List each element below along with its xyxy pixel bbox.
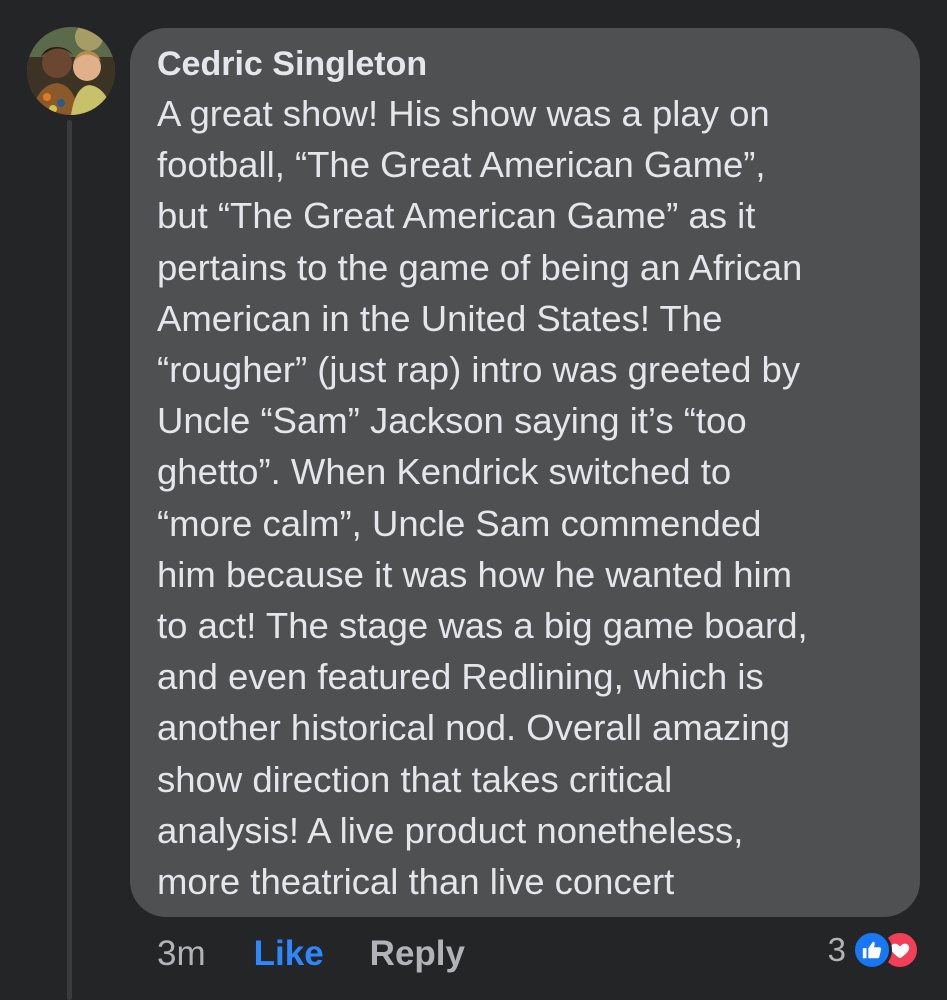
comment-line: American in the United States! The bbox=[157, 297, 723, 339]
like-button[interactable]: Like bbox=[254, 934, 324, 974]
reactions-summary[interactable]: 3 bbox=[828, 928, 920, 972]
comment-author[interactable]: Cedric Singleton bbox=[157, 44, 900, 84]
thread-line bbox=[67, 120, 72, 1000]
comment-line: another historical nod. Overall amazing bbox=[157, 707, 790, 749]
comment-line: “more calm”, Uncle Sam commended bbox=[157, 502, 762, 544]
comment-thread: Cedric Singleton A great show! His show … bbox=[0, 0, 947, 1000]
comment-line: Uncle “Sam” Jackson saying it’s “too bbox=[157, 400, 747, 442]
comment-line: to act! The stage was a big game board, bbox=[157, 605, 808, 647]
comment-line: A great show! His show was a play on bbox=[157, 93, 770, 134]
comment-line: show direction that takes critical bbox=[157, 758, 673, 800]
comment-line: football, “The Great American Game”, bbox=[157, 144, 766, 186]
comment-bubble: Cedric Singleton A great show! His show … bbox=[130, 28, 920, 917]
comment-line: but “The Great American Game” as it bbox=[157, 195, 756, 237]
reaction-count: 3 bbox=[827, 931, 846, 968]
reply-button[interactable]: Reply bbox=[370, 934, 465, 974]
comment-line: and even featured Redlining, which is bbox=[157, 656, 764, 698]
comment-line: “rougher” (just rap) intro was greeted b… bbox=[157, 349, 801, 391]
comment-actions: 3m Like Reply bbox=[157, 930, 465, 978]
avatar[interactable] bbox=[27, 27, 115, 115]
avatar-photo bbox=[27, 27, 115, 115]
comment-line: pertains to the game of being an African bbox=[157, 246, 803, 288]
comment-line: more theatrical than live concert bbox=[157, 861, 675, 903]
comment-line: ghetto”. When Kendrick switched to bbox=[157, 451, 732, 493]
comment-text: A great show! His show was a play on foo… bbox=[157, 88, 900, 907]
comment-timestamp[interactable]: 3m bbox=[157, 934, 206, 974]
like-icon bbox=[852, 930, 892, 970]
comment-line: him because it was how he wanted him bbox=[157, 553, 793, 595]
comment-line: analysis! A live product nonetheless, bbox=[157, 809, 744, 851]
